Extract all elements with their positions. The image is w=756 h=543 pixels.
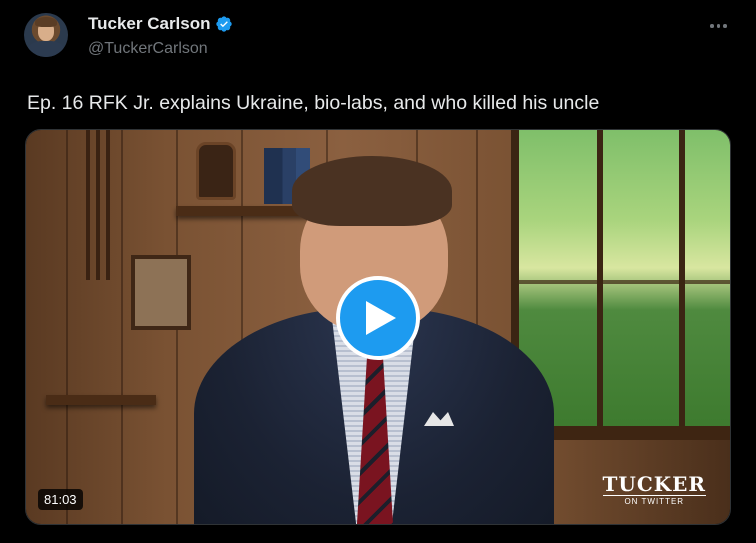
- verified-badge-icon: [215, 16, 232, 32]
- play-button[interactable]: [336, 276, 420, 360]
- handle[interactable]: @TuckerCarlson: [88, 40, 208, 58]
- ellipsis-icon: [716, 24, 720, 28]
- lantern: [196, 142, 236, 200]
- video-duration: 81:03: [38, 489, 83, 510]
- tweet: Tucker Carlson @TuckerCarlson Ep. 16 RFK…: [0, 0, 756, 543]
- more-options-button[interactable]: [710, 22, 730, 30]
- fishing-rods: [86, 130, 114, 280]
- avatar-body: [28, 41, 64, 57]
- avatar-hair: [35, 17, 57, 27]
- person-hair: [292, 156, 452, 226]
- logo-title: TUCKER: [602, 472, 706, 496]
- ellipsis-icon: [723, 24, 727, 28]
- video-player[interactable]: 81:03 TUCKER ON TWITTER: [25, 129, 731, 525]
- play-icon: [366, 301, 396, 335]
- logo-subtitle: ON TWITTER: [602, 495, 706, 506]
- author-name-row: Tucker Carlson: [88, 14, 233, 34]
- tucker-on-twitter-logo: TUCKER ON TWITTER: [602, 472, 706, 506]
- tweet-text: Ep. 16 RFK Jr. explains Ukraine, bio-lab…: [27, 92, 600, 114]
- ellipsis-icon: [710, 24, 714, 28]
- avatar[interactable]: [24, 13, 68, 57]
- display-name[interactable]: Tucker Carlson: [88, 14, 211, 34]
- framed-picture: [131, 255, 191, 330]
